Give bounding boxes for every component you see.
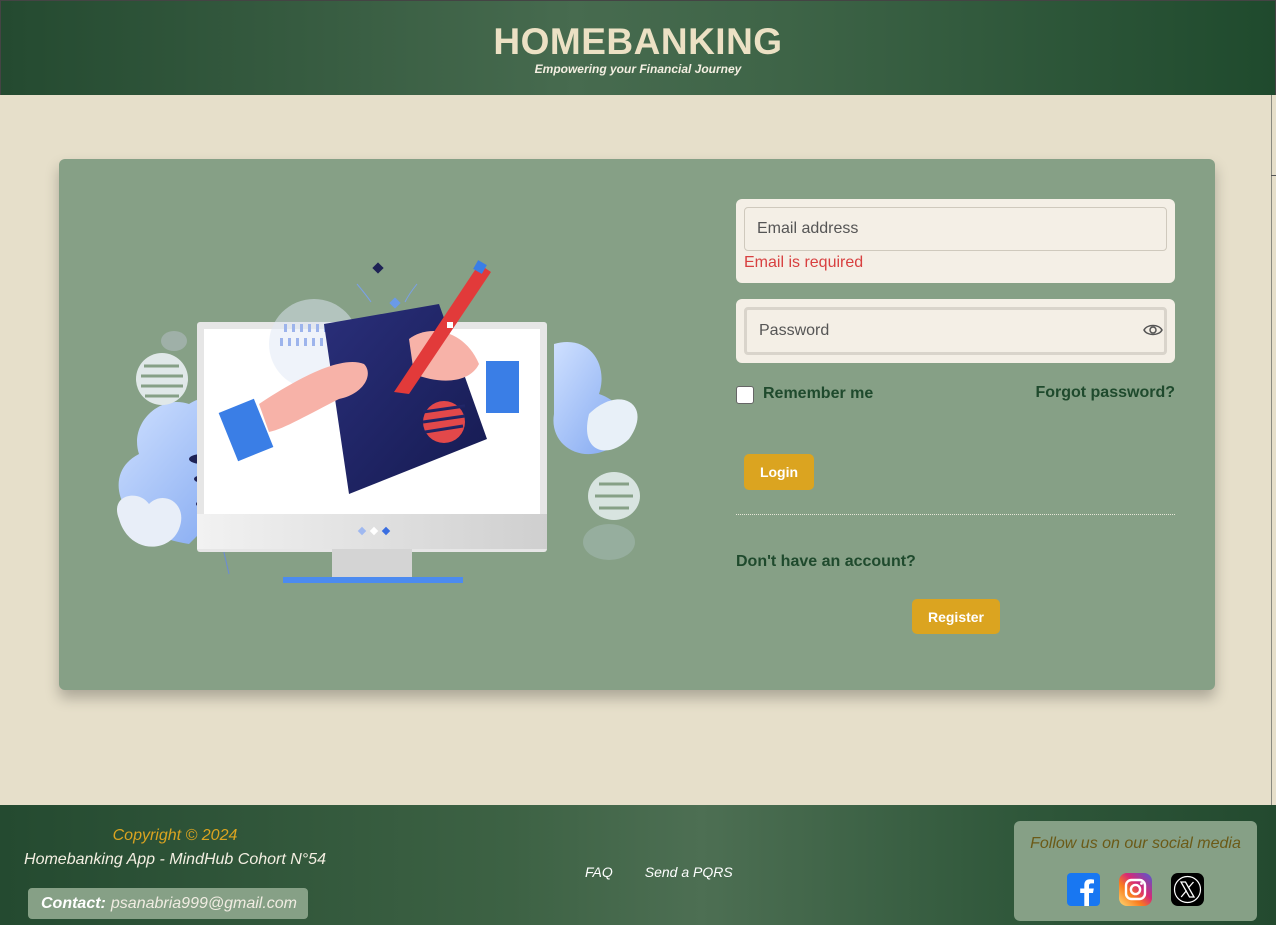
remember-me-label[interactable]: Remember me (763, 385, 873, 403)
password-field-box (736, 299, 1175, 363)
divider (736, 514, 1175, 515)
login-button[interactable]: Login (744, 454, 814, 490)
footer-links: FAQ Send a PQRS (585, 864, 765, 880)
email-error-message: Email is required (744, 254, 864, 271)
social-media-box: Follow us on our social media (1014, 821, 1257, 921)
instagram-icon[interactable] (1119, 873, 1152, 906)
faq-link[interactable]: FAQ (585, 864, 613, 880)
copyright-text: Copyright © 2024 (112, 827, 238, 844)
site-footer: Copyright © 2024 Homebanking App - MindH… (0, 805, 1276, 925)
email-field[interactable] (744, 207, 1167, 251)
site-subtitle: Empowering your Financial Journey (534, 62, 742, 76)
site-title: HOMEBANKING (493, 21, 783, 62)
register-button[interactable]: Register (912, 599, 1000, 634)
site-header: HOMEBANKING Empowering your Financial Jo… (0, 0, 1276, 95)
login-illustration (116, 260, 640, 583)
show-password-eye-icon[interactable] (1143, 322, 1163, 338)
social-title: Follow us on our social media (1030, 835, 1241, 852)
contact-label: Contact: (41, 894, 106, 912)
facebook-icon[interactable] (1067, 873, 1100, 906)
forgot-password-link[interactable]: Forgot password? (1035, 384, 1175, 402)
remember-me: Remember me (736, 383, 873, 404)
login-card: Email is required Remember me Forgot pas… (59, 159, 1215, 690)
remember-me-checkbox[interactable] (736, 386, 754, 404)
app-cohort-text: Homebanking App - MindHub Cohort N°54 (24, 851, 326, 868)
page-scrollbar-edge (1271, 95, 1276, 805)
password-field[interactable] (744, 307, 1167, 355)
x-icon[interactable] (1171, 873, 1204, 906)
email-field-box: Email is required (736, 199, 1175, 283)
contact-box: Contact: psanabria999@gmail.com (28, 888, 308, 919)
send-pqrs-link[interactable]: Send a PQRS (645, 864, 733, 880)
no-account-text: Don't have an account? (736, 553, 916, 570)
contact-email[interactable]: psanabria999@gmail.com (111, 895, 297, 913)
